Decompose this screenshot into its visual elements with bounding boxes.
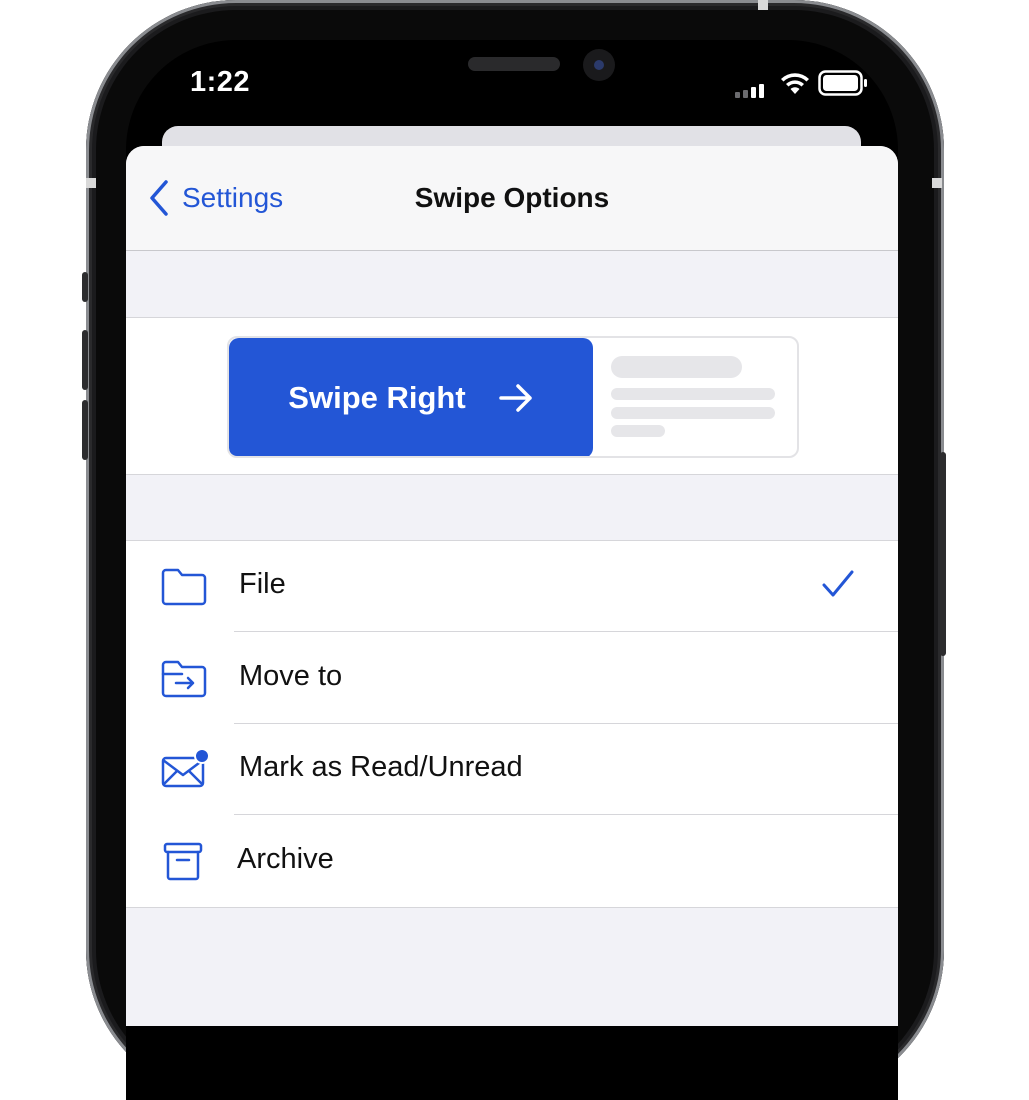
battery-icon [818,70,867,96]
page-title: Swipe Options [414,182,610,213]
placeholder-line [611,407,775,419]
option-label: File [239,568,286,600]
cellular-signal-icon [735,84,764,98]
option-label: Move to [239,660,343,692]
camera [583,49,615,81]
swipe-options-list: File Move to Mark as Read/Unread Archive [126,540,898,908]
antenna-band [86,178,96,188]
wifi-icon [781,73,809,94]
navigation-bar: Settings Swipe Options [126,146,898,251]
option-label: Mark as Read/Unread [239,751,523,783]
option-row-archive[interactable]: Archive [126,816,898,907]
folder-icon [161,568,207,606]
arrow-right-icon [498,384,532,412]
option-row-file[interactable]: File [126,541,898,632]
left-side-button [82,400,88,460]
speaker [468,57,560,71]
left-side-button [82,272,88,302]
swipe-preview-section: Swipe Right [126,317,898,475]
placeholder-line [611,425,665,437]
placeholder-line [611,388,775,400]
option-row-mark-read-unread[interactable]: Mark as Read/Unread [126,724,898,815]
row-separator [234,814,898,815]
swipe-right-action: Swipe Right [229,338,593,456]
checkmark-icon [822,570,854,597]
right-side-button [940,452,946,656]
placeholder-line [611,356,742,378]
swipe-action-label: Swipe Right [288,380,466,415]
antenna-band [932,178,942,188]
antenna-band [758,0,768,10]
row-separator [234,631,898,632]
option-label: Archive [237,843,334,875]
left-side-button [82,330,88,390]
option-row-move-to[interactable]: Move to [126,633,898,724]
archive-box-icon [163,842,203,881]
mail-unread-icon [161,748,208,788]
status-time: 1:22 [190,66,251,98]
folder-move-icon [161,660,207,698]
swipe-options-sheet: Settings Swipe Options Swipe Right File [126,146,898,1026]
notch [303,40,717,106]
swipe-preview-card: Swipe Right [227,336,799,458]
